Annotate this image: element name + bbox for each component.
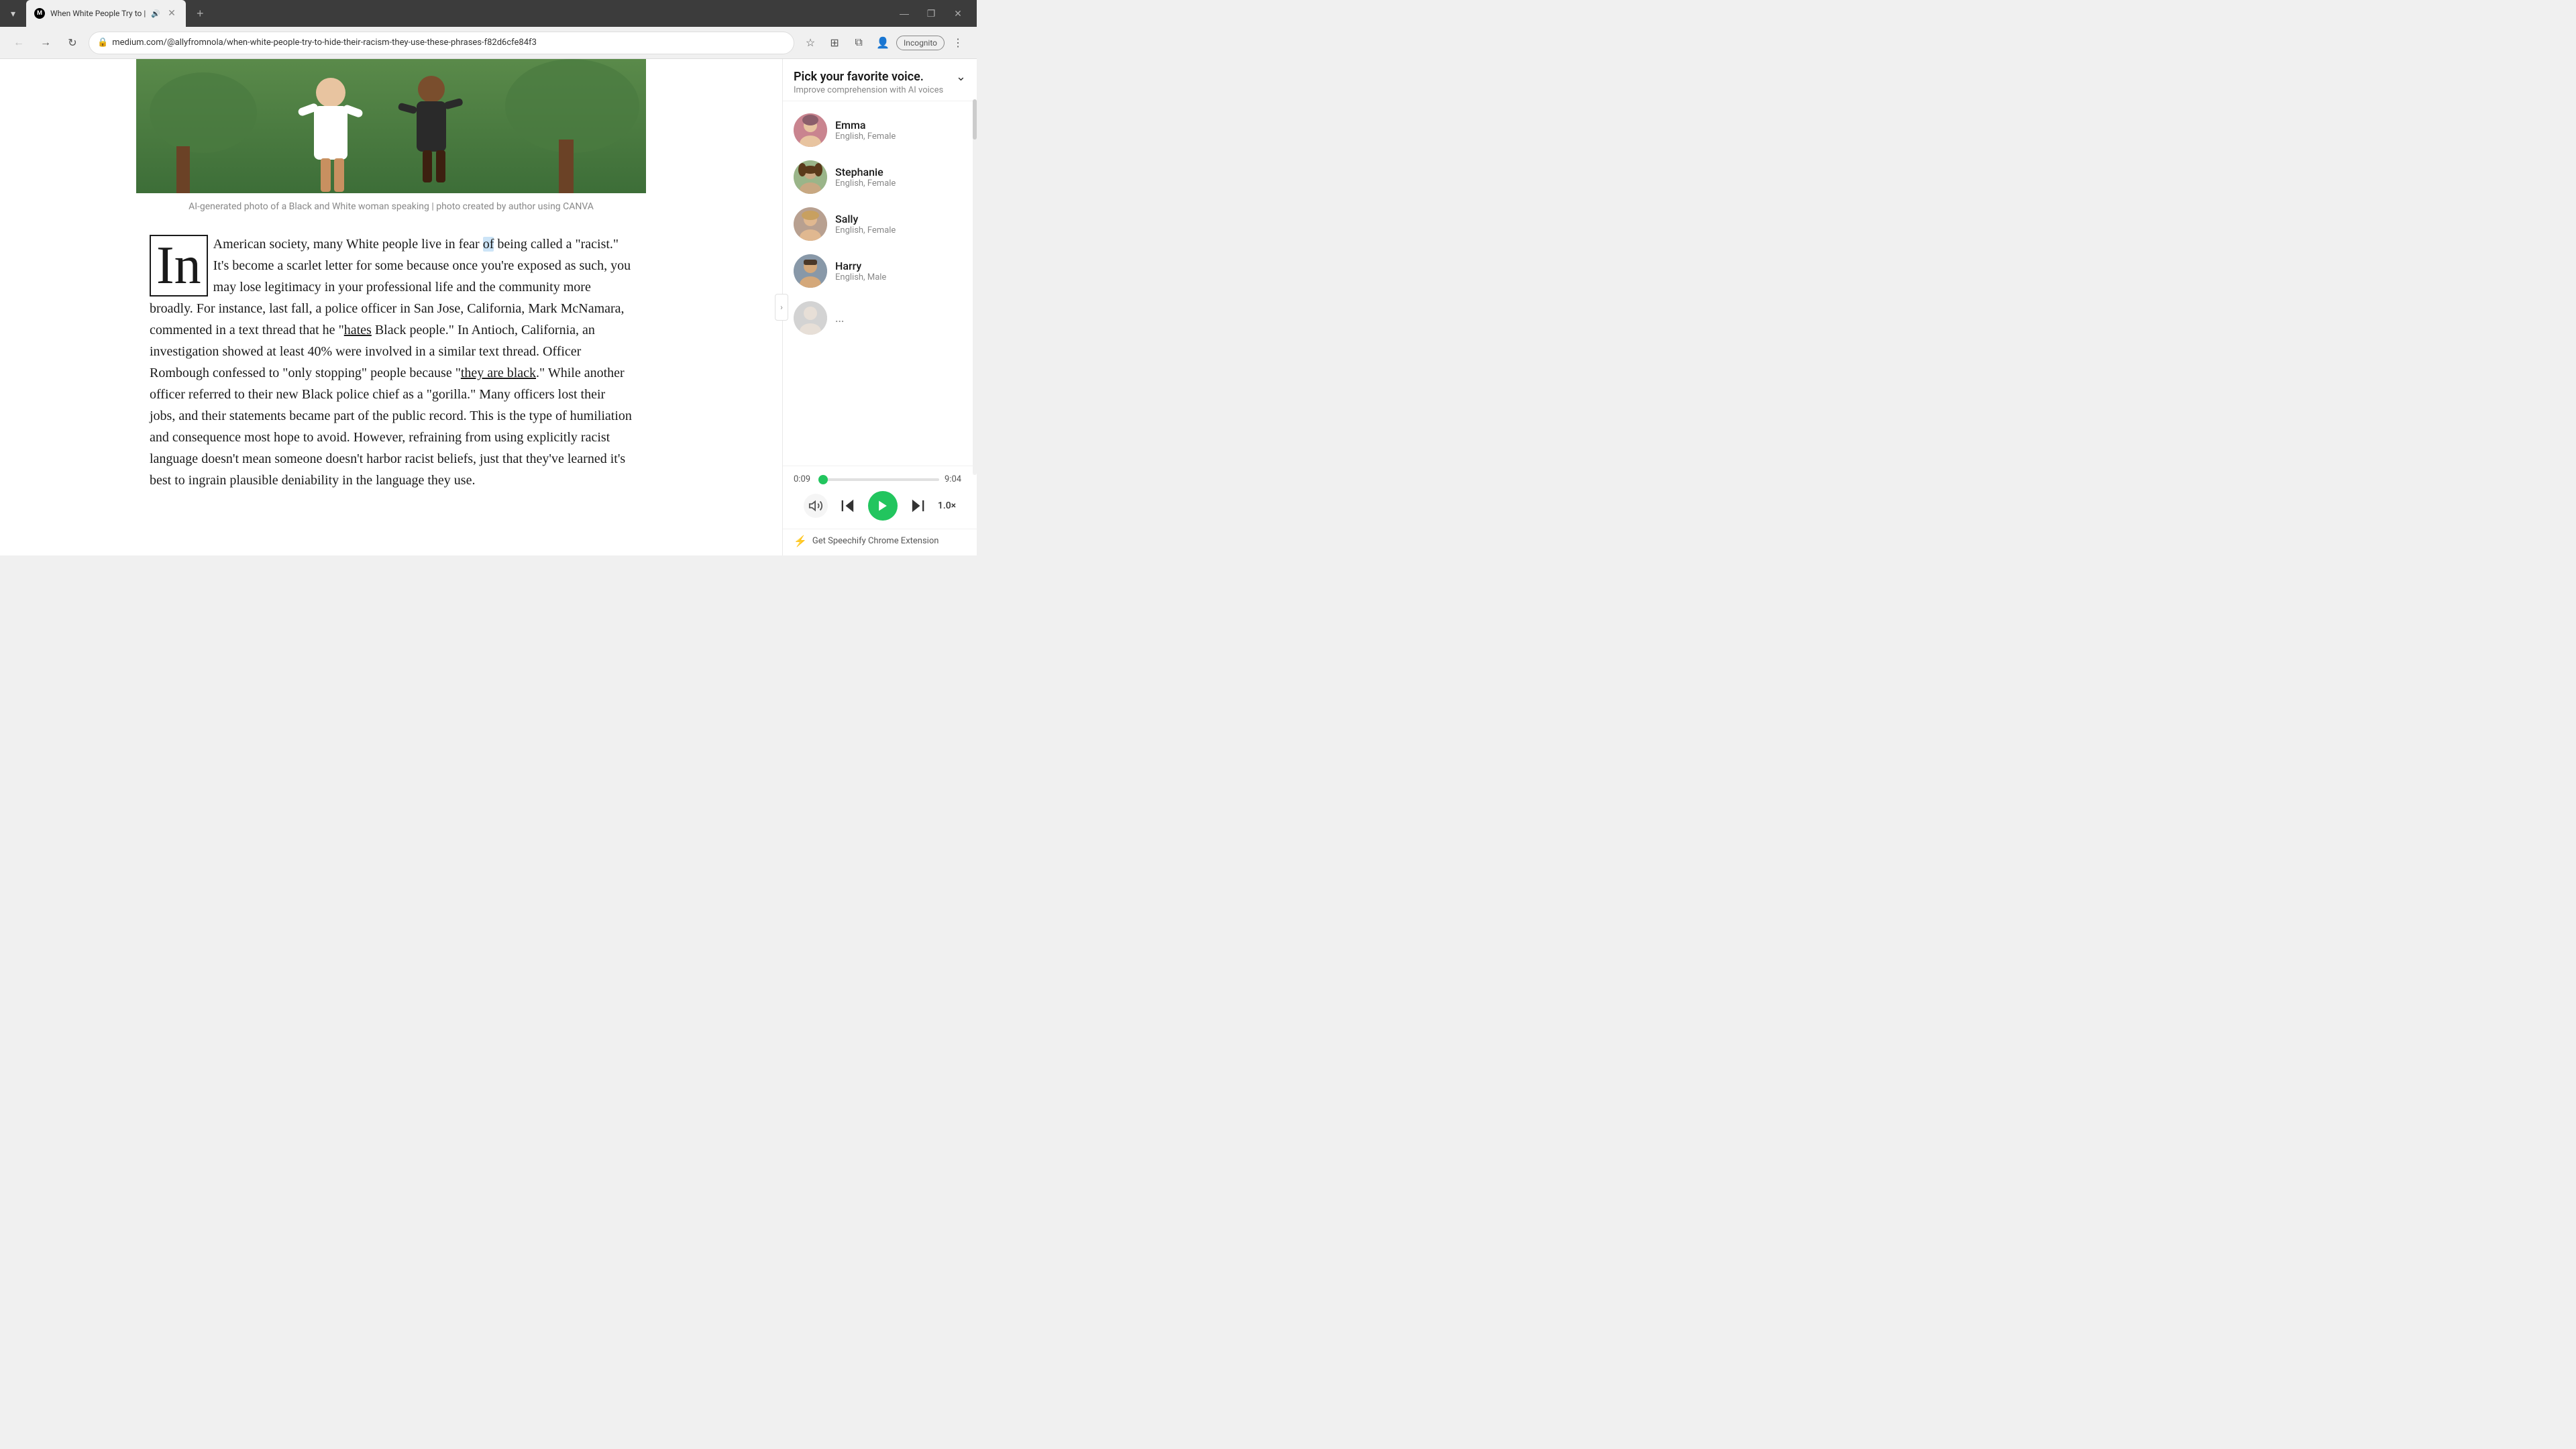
scrollbar-thumb bbox=[973, 99, 977, 140]
incognito-badge[interactable]: Incognito bbox=[896, 36, 945, 50]
avatar-sally bbox=[794, 207, 827, 241]
voice-info-emma: Emma English, Female bbox=[835, 119, 966, 142]
voice-lang-emma: English, Female bbox=[835, 131, 966, 142]
image-caption: AI-generated photo of a Black and White … bbox=[136, 201, 646, 212]
voice-lang-harry: English, Male bbox=[835, 272, 966, 282]
panel-header: Pick your favorite voice. ⌄ Improve comp… bbox=[783, 59, 977, 101]
minimize-button[interactable]: — bbox=[896, 5, 912, 21]
back-button[interactable]: ← bbox=[8, 32, 30, 54]
hero-svg bbox=[136, 59, 646, 193]
player-controls: 0:09 9:04 bbox=[783, 466, 977, 529]
hero-illustration bbox=[136, 59, 646, 193]
voice-item-more[interactable]: ... bbox=[783, 294, 977, 341]
panel-title: Pick your favorite voice. bbox=[794, 70, 924, 84]
bookmark-button[interactable]: ☆ bbox=[800, 32, 821, 54]
voice-item-harry[interactable]: Harry English, Male bbox=[783, 248, 977, 294]
article-body: In American society, many White people l… bbox=[136, 220, 646, 518]
speaker-button[interactable] bbox=[804, 494, 828, 518]
tab-favicon: M bbox=[34, 8, 45, 19]
tab-close-button[interactable]: ✕ bbox=[166, 7, 178, 19]
current-time: 0:09 bbox=[794, 474, 815, 484]
tab-switcher-button[interactable]: ▾ bbox=[5, 8, 21, 19]
browser-frame: ▾ M When White People Try to | 🔊 ✕ + — ❐… bbox=[0, 0, 977, 555]
controls-row: 1.0× bbox=[794, 491, 966, 521]
active-tab[interactable]: M When White People Try to | 🔊 ✕ bbox=[26, 0, 186, 27]
voice-name-emma: Emma bbox=[835, 119, 966, 131]
drop-cap: In bbox=[150, 235, 208, 297]
voice-name-stephanie: Stephanie bbox=[835, 166, 966, 178]
next-button[interactable] bbox=[908, 496, 927, 515]
play-button[interactable] bbox=[868, 491, 898, 521]
voice-lang-stephanie: English, Female bbox=[835, 178, 966, 189]
progress-row: 0:09 9:04 bbox=[794, 474, 966, 484]
they-are-black-link[interactable]: they are black bbox=[461, 366, 536, 380]
title-bar: ▾ M When White People Try to | 🔊 ✕ + — ❐… bbox=[0, 0, 977, 27]
content-area: AI-generated photo of a Black and White … bbox=[0, 59, 977, 555]
close-button[interactable]: ✕ bbox=[950, 5, 966, 21]
lock-icon: 🔒 bbox=[97, 38, 108, 48]
voice-lang-sally: English, Female bbox=[835, 225, 966, 235]
window-controls: — ❐ ✕ bbox=[896, 5, 971, 21]
speechify-panel: › Pick your favorite voice. ⌄ Improve co… bbox=[782, 59, 977, 555]
split-view-button[interactable]: ⧉ bbox=[848, 32, 869, 54]
reload-button[interactable]: ↻ bbox=[62, 32, 83, 54]
forward-button[interactable]: → bbox=[35, 32, 56, 54]
article-paragraph: In American society, many White people l… bbox=[150, 233, 633, 491]
panel-subtitle: Improve comprehension with AI voices bbox=[794, 85, 966, 95]
voice-info-harry: Harry English, Male bbox=[835, 260, 966, 282]
address-bar: ← → ↻ 🔒 medium.com/@allyfromnola/when-wh… bbox=[0, 27, 977, 59]
profile-button[interactable]: 👤 bbox=[872, 32, 894, 54]
panel-scrollbar[interactable] bbox=[973, 99, 977, 475]
voice-item-emma[interactable]: Emma English, Female bbox=[783, 107, 977, 154]
restore-button[interactable]: ❐ bbox=[923, 5, 939, 21]
extension-row[interactable]: ⚡ Get Speechify Chrome Extension bbox=[783, 529, 977, 555]
url-display: medium.com/@allyfromnola/when-white-peop… bbox=[112, 38, 786, 48]
voice-name-harry: Harry bbox=[835, 260, 966, 272]
tab-search-button[interactable]: ⊞ bbox=[824, 32, 845, 54]
voice-list: Emma English, Female bbox=[783, 101, 977, 466]
voice-name-sally: Sally bbox=[835, 213, 966, 225]
article-main[interactable]: AI-generated photo of a Black and White … bbox=[0, 59, 782, 555]
toolbar-icons: ☆ ⊞ ⧉ 👤 Incognito ⋮ bbox=[800, 32, 969, 54]
menu-button[interactable]: ⋮ bbox=[947, 32, 969, 54]
extension-icon: ⚡ bbox=[794, 535, 807, 547]
avatar-unknown bbox=[794, 301, 827, 335]
highlighted-word: of bbox=[483, 237, 494, 252]
new-tab-button[interactable]: + bbox=[191, 7, 209, 21]
progress-bar[interactable] bbox=[820, 478, 939, 481]
voice-info-unknown: ... bbox=[835, 312, 966, 325]
tab-group: M When White People Try to | 🔊 ✕ bbox=[26, 0, 186, 27]
panel-title-row: Pick your favorite voice. ⌄ bbox=[794, 70, 966, 84]
avatar-harry bbox=[794, 254, 827, 288]
voice-item-sally[interactable]: Sally English, Female bbox=[783, 201, 977, 248]
voice-name-unknown: ... bbox=[835, 312, 966, 325]
prev-button[interactable] bbox=[839, 496, 857, 515]
progress-dot bbox=[818, 475, 828, 484]
voice-item-stephanie[interactable]: Stephanie English, Female bbox=[783, 154, 977, 201]
avatar-stephanie bbox=[794, 160, 827, 194]
hates-link[interactable]: hates bbox=[344, 323, 372, 337]
tab-audio-icon: 🔊 bbox=[151, 9, 160, 18]
panel-chevron-icon[interactable]: ⌄ bbox=[956, 70, 966, 84]
avatar-emma bbox=[794, 113, 827, 147]
voice-info-sally: Sally English, Female bbox=[835, 213, 966, 235]
speed-control[interactable]: 1.0× bbox=[938, 500, 956, 511]
extension-text: Get Speechify Chrome Extension bbox=[812, 536, 939, 546]
tab-title: When White People Try to | bbox=[50, 9, 146, 18]
voice-info-stephanie: Stephanie English, Female bbox=[835, 166, 966, 189]
address-input-wrap[interactable]: 🔒 medium.com/@allyfromnola/when-white-pe… bbox=[89, 32, 794, 54]
total-time: 9:04 bbox=[945, 474, 966, 484]
panel-collapse-button[interactable]: › bbox=[775, 294, 788, 321]
hero-image: AI-generated photo of a Black and White … bbox=[136, 59, 646, 212]
